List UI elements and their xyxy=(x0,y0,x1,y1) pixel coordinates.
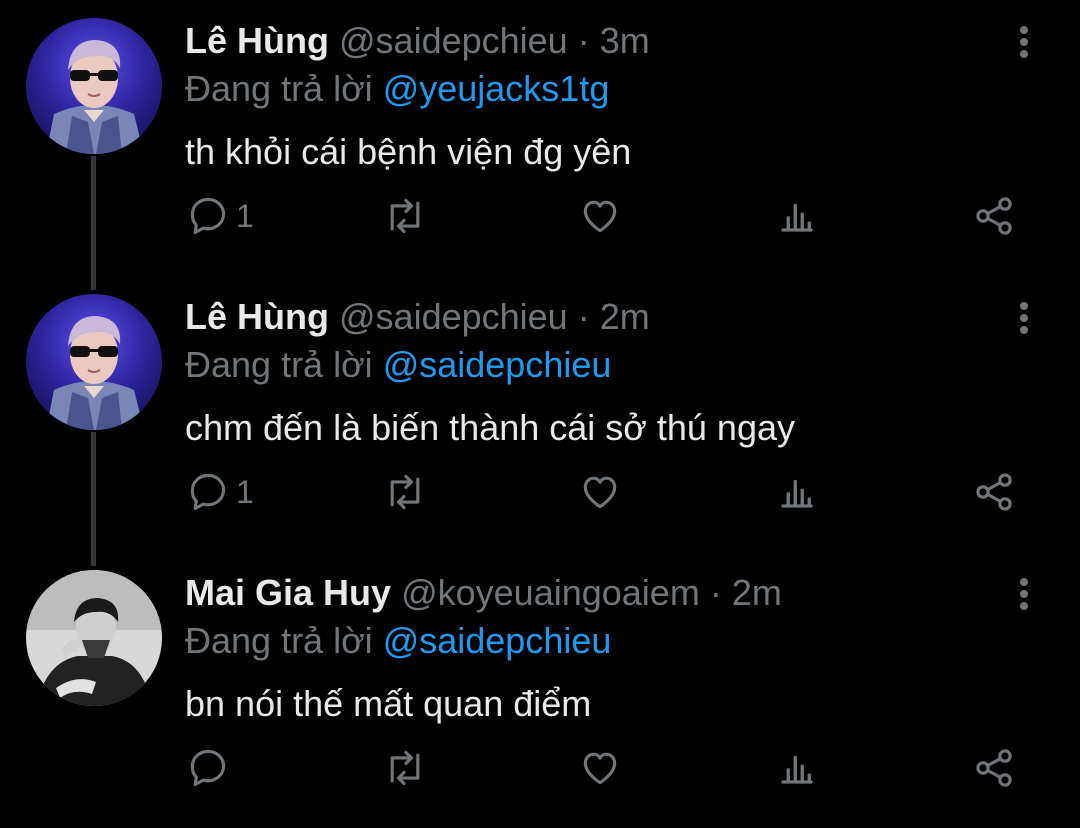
timestamp[interactable]: 2m xyxy=(600,296,650,337)
retweet-icon xyxy=(390,198,420,234)
reply-count: 1 xyxy=(236,198,254,234)
reply-icon xyxy=(190,197,226,235)
analytics-button[interactable] xyxy=(776,188,818,244)
separator-dot: · xyxy=(577,296,590,337)
separator-dot: · xyxy=(577,20,590,61)
display-name[interactable]: Mai Gia Huy xyxy=(185,572,391,613)
mention-link[interactable]: @saidepchieu xyxy=(383,344,612,385)
heart-icon xyxy=(583,752,617,785)
user-handle[interactable]: @koyeuaingoaiem xyxy=(401,572,700,613)
retweet-button[interactable] xyxy=(382,188,428,244)
retweet-icon xyxy=(390,750,420,786)
mention-link[interactable]: @yeujacks1tg xyxy=(383,68,610,109)
more-vertical-icon xyxy=(1020,26,1028,58)
tweet[interactable]: Lê Hùng @saidepchieu · 2m Đang trả lời @… xyxy=(0,276,1080,552)
reply-icon xyxy=(190,749,226,787)
timestamp[interactable]: 2m xyxy=(732,572,782,613)
mention-link[interactable]: @saidepchieu xyxy=(383,620,612,661)
avatar[interactable] xyxy=(26,570,162,706)
retweet-icon xyxy=(390,474,420,510)
action-bar: 1 xyxy=(0,188,1080,244)
avatar-le-hung-image xyxy=(26,294,162,430)
replying-prefix: Đang trả lời xyxy=(185,344,373,385)
like-button[interactable] xyxy=(578,188,622,244)
reply-button[interactable]: 1 xyxy=(186,188,254,244)
action-bar xyxy=(0,740,1080,796)
analytics-icon xyxy=(781,479,813,508)
more-options-button[interactable] xyxy=(1004,574,1044,614)
more-vertical-icon xyxy=(1020,302,1028,334)
analytics-button[interactable] xyxy=(776,464,818,520)
user-handle[interactable]: @saidepchieu xyxy=(339,296,568,337)
tweet-text: th khỏi cái bệnh viện đg yên xyxy=(185,131,632,172)
tweet-header: Mai Gia Huy @koyeuaingoaiem · 2m xyxy=(185,570,782,616)
retweet-button[interactable] xyxy=(382,740,428,796)
action-bar: 1 xyxy=(0,464,1080,520)
heart-icon xyxy=(583,476,617,509)
analytics-button[interactable] xyxy=(776,740,818,796)
display-name[interactable]: Lê Hùng xyxy=(185,296,329,337)
avatar[interactable] xyxy=(26,294,162,430)
tweet-header: Lê Hùng @saidepchieu · 3m xyxy=(185,18,650,64)
reply-button[interactable]: 1 xyxy=(186,464,254,520)
more-options-button[interactable] xyxy=(1004,298,1044,338)
replying-prefix: Đang trả lời xyxy=(185,68,373,109)
tweet-header: Lê Hùng @saidepchieu · 2m xyxy=(185,294,650,340)
display-name[interactable]: Lê Hùng xyxy=(185,20,329,61)
share-icon xyxy=(976,473,1012,511)
avatar-le-hung-image xyxy=(26,18,162,154)
like-button[interactable] xyxy=(578,740,622,796)
tweet[interactable]: Lê Hùng @saidepchieu · 3m Đang trả lời @… xyxy=(0,0,1080,276)
share-button[interactable] xyxy=(972,464,1016,520)
tweet-text: bn nói thế mất quan điểm xyxy=(185,683,592,724)
reply-button[interactable] xyxy=(186,740,236,796)
tweet-text: chm đến là biến thành cái sở thú ngay xyxy=(185,407,795,448)
share-icon xyxy=(976,749,1012,787)
share-button[interactable] xyxy=(972,740,1016,796)
heart-icon xyxy=(583,200,617,233)
timestamp[interactable]: 3m xyxy=(600,20,650,61)
separator-dot: · xyxy=(709,572,722,613)
tweet[interactable]: Mai Gia Huy @koyeuaingoaiem · 2m Đang tr… xyxy=(0,552,1080,828)
more-vertical-icon xyxy=(1020,578,1028,610)
reply-count: 1 xyxy=(236,474,254,510)
replying-to: Đang trả lời @saidepchieu xyxy=(185,342,611,388)
analytics-icon xyxy=(781,755,813,784)
more-options-button[interactable] xyxy=(1004,22,1044,62)
user-handle[interactable]: @saidepchieu xyxy=(339,20,568,61)
like-button[interactable] xyxy=(578,464,622,520)
avatar[interactable] xyxy=(26,18,162,154)
avatar-mai-gia-huy-image xyxy=(26,570,162,706)
share-button[interactable] xyxy=(972,188,1016,244)
replying-to: Đang trả lời @yeujacks1tg xyxy=(185,66,609,112)
replying-to: Đang trả lời @saidepchieu xyxy=(185,618,611,664)
share-icon xyxy=(976,197,1012,235)
analytics-icon xyxy=(781,203,813,232)
reply-icon xyxy=(190,473,226,511)
retweet-button[interactable] xyxy=(382,464,428,520)
replying-prefix: Đang trả lời xyxy=(185,620,373,661)
